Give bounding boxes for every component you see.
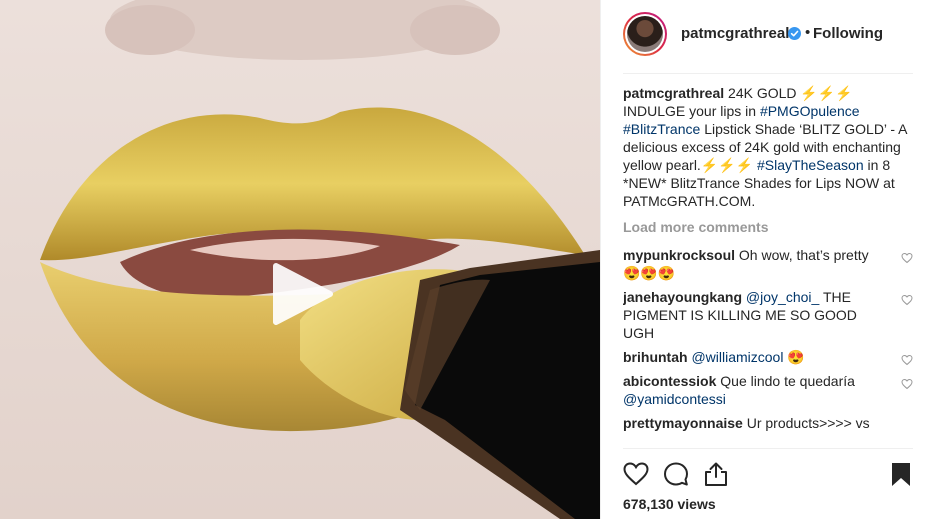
header-divider <box>623 73 913 74</box>
like-comment-heart-icon[interactable] <box>901 378 913 390</box>
comments-list[interactable]: patmcgrathreal 24K GOLD ⚡⚡⚡ INDULGE your… <box>623 84 913 446</box>
comment-item: mypunkrocksoul Oh wow, that’s pretty 😍😍😍 <box>623 246 913 282</box>
post-header: patmcgrathreal • Following <box>601 0 926 72</box>
header-username[interactable]: patmcgrathreal <box>681 25 789 42</box>
comment-icon[interactable] <box>663 461 689 487</box>
comment-item: prettymayonnaise Ur products>>>> vs <box>623 414 913 432</box>
load-more-comments-button[interactable]: Load more comments <box>623 218 913 236</box>
avatar[interactable] <box>623 12 667 56</box>
heart-icon[interactable] <box>623 461 649 487</box>
mention-link[interactable]: @joy_choi_ <box>746 289 819 305</box>
instagram-post-view: patmcgrathreal • Following patmcgrathrea… <box>0 0 926 519</box>
comment-text: Que lindo te quedaría <box>720 373 855 389</box>
like-comment-heart-icon[interactable] <box>901 294 913 306</box>
view-count[interactable]: 678,130 views <box>623 496 716 512</box>
following-button[interactable]: Following <box>813 25 883 42</box>
hashtag-link[interactable]: #BlitzTrance <box>623 121 700 137</box>
hashtag-link[interactable]: #PMGOpulence <box>760 103 860 119</box>
actions-divider <box>623 448 913 449</box>
mention-link[interactable]: @williamizcool <box>691 349 783 365</box>
post-video[interactable] <box>0 0 600 519</box>
caption-username[interactable]: patmcgrathreal <box>623 85 724 101</box>
avatar-ring-inner <box>625 14 665 54</box>
bookmark-icon[interactable] <box>888 461 914 487</box>
post-caption: patmcgrathreal 24K GOLD ⚡⚡⚡ INDULGE your… <box>623 84 913 210</box>
hashtag-link[interactable]: #SlayTheSeason <box>757 157 864 173</box>
comment-item: brihuntah @williamizcool 😍 <box>623 348 913 366</box>
comment-item: abicontessiok Que lindo te quedaría @yam… <box>623 372 913 408</box>
comment-text: 😍 <box>787 349 805 365</box>
comment-username[interactable]: janehayoungkang <box>623 289 742 305</box>
like-comment-heart-icon[interactable] <box>901 354 913 366</box>
comment-item: janehayoungkang @joy_choi_ THE PIGMENT I… <box>623 288 913 342</box>
comment-text: Ur products>>>> vs <box>746 415 870 431</box>
verified-icon <box>788 27 801 40</box>
avatar-photo <box>627 16 663 52</box>
comment-username[interactable]: mypunkrocksoul <box>623 247 735 263</box>
post-side-panel: patmcgrathreal • Following patmcgrathrea… <box>600 0 926 519</box>
separator-dot: • <box>805 24 811 41</box>
comment-username[interactable]: abicontessiok <box>623 373 716 389</box>
play-icon[interactable] <box>272 262 334 326</box>
share-icon[interactable] <box>703 461 729 487</box>
like-comment-heart-icon[interactable] <box>901 252 913 264</box>
lips-video-frame <box>0 0 600 519</box>
comment-username[interactable]: prettymayonnaise <box>623 415 743 431</box>
comment-username[interactable]: brihuntah <box>623 349 688 365</box>
mention-link[interactable]: @yamidcontessi <box>623 391 726 407</box>
